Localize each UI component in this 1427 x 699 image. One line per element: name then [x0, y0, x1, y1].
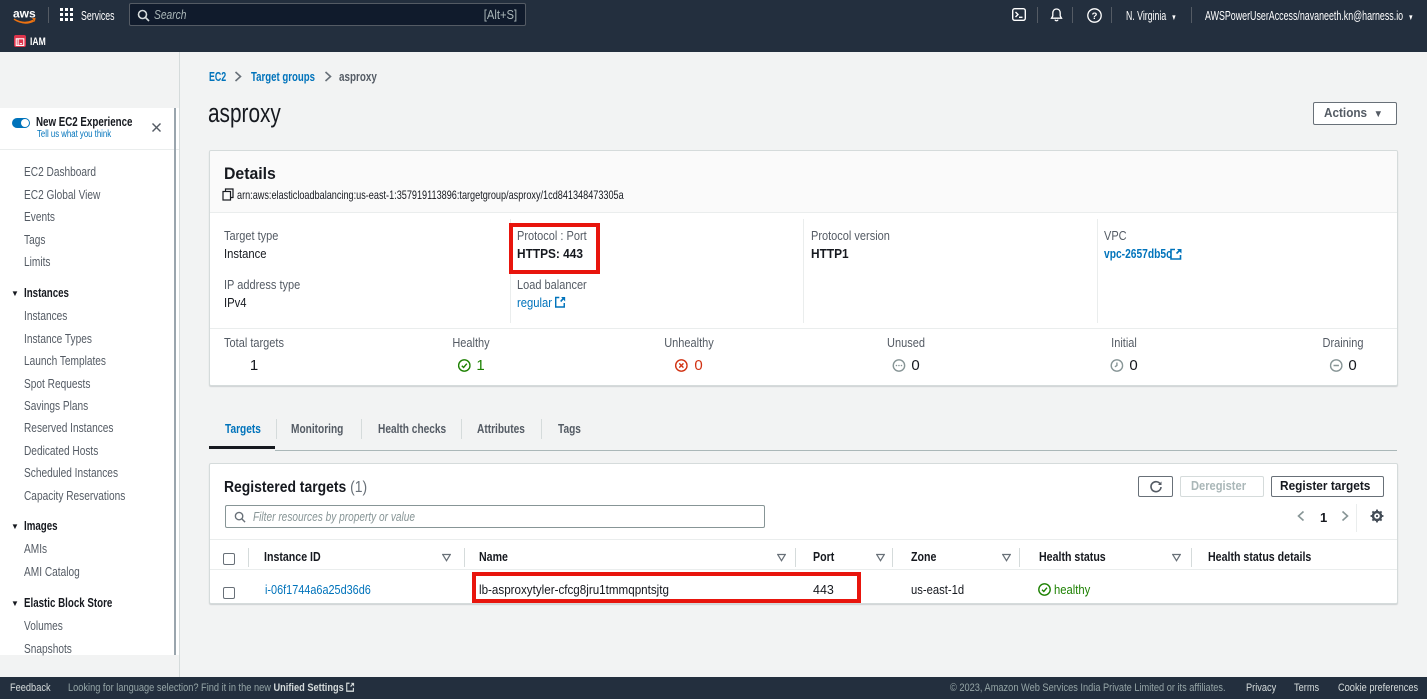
- svg-text:?: ?: [1092, 11, 1098, 22]
